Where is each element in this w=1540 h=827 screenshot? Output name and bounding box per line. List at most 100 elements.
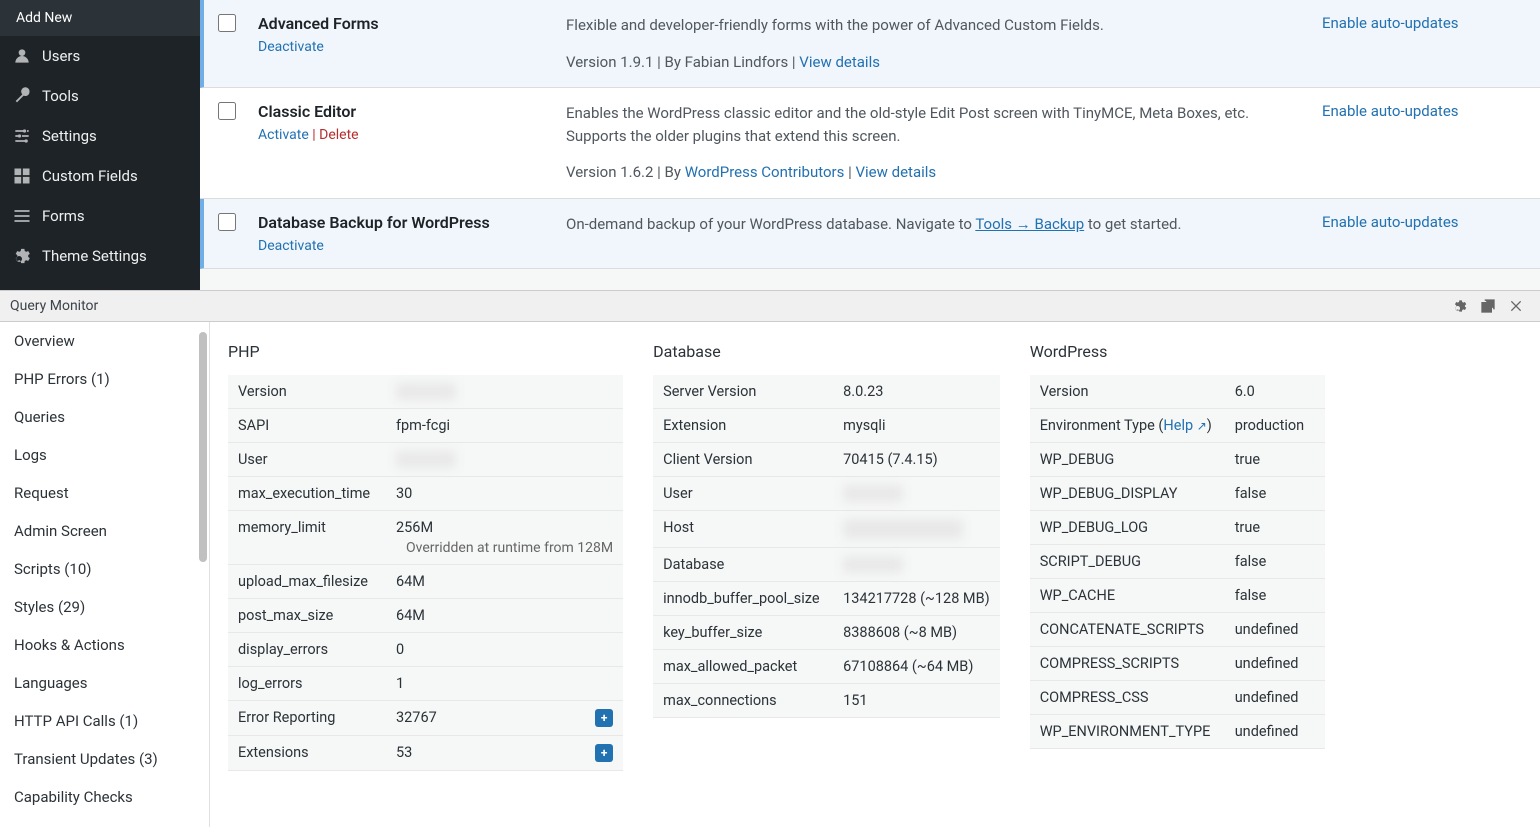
qm-nav-item[interactable]: Request [0,474,209,512]
enable-auto-updates-link[interactable]: Enable auto-updates [1322,14,1459,32]
plugin-checkbox[interactable] [218,14,236,32]
qm-title: Query Monitor [10,298,98,314]
expand-icon[interactable]: + [595,744,613,762]
row-value: 67108864 (~64 MB) [833,650,1000,684]
plugin-meta: Version 1.6.2 | By WordPress Contributor… [566,161,1304,184]
qm-nav-item[interactable]: Queries [0,398,209,436]
sliders-icon [12,126,32,146]
table-row: Version 6.0 [1030,375,1325,409]
row-value: 70415 (7.4.15) [833,443,1000,477]
qm-nav-item[interactable]: Hooks & Actions [0,626,209,664]
sidebar-item-label: Custom Fields [42,167,138,185]
table-row: Client Version 70415 (7.4.15) [653,443,1000,477]
qm-nav-item[interactable]: Overview [0,322,209,360]
enable-auto-updates-link[interactable]: Enable auto-updates [1322,102,1459,120]
table-row: Version xxxx [228,375,623,409]
sidebar-item-tools[interactable]: Tools [0,76,200,116]
row-key: memory_limit [228,511,386,565]
row-key: log_errors [228,667,386,701]
php-table: Version xxxx SAPI fpm-fcgi User xxxx max… [228,375,623,771]
qm-nav-item[interactable]: Capability Checks [0,778,209,816]
sidebar-item-users[interactable]: Users [0,36,200,76]
db-table: Server Version 8.0.23 Extension mysqli C… [653,375,1000,718]
qm-nav-item[interactable]: Scripts (10) [0,550,209,588]
row-value: true [1225,443,1325,477]
panel-php: PHP Version xxxx SAPI fpm-fcgi User xxxx… [228,342,623,807]
row-value: 64M [386,599,623,633]
sidebar-item-forms[interactable]: Forms [0,196,200,236]
sidebar-item-custom-fields[interactable]: Custom Fields [0,156,200,196]
qm-nav-item[interactable]: Styles (29) [0,588,209,626]
row-value: 53+ [386,736,623,771]
scrollbar-thumb[interactable] [199,332,207,562]
popout-icon[interactable] [1474,292,1502,320]
row-value: 134217728 (~128 MB) [833,582,1000,616]
table-row: CONCATENATE_SCRIPTS undefined [1030,613,1325,647]
qm-nav-item[interactable]: Transient Updates (3) [0,740,209,778]
wp-admin-sidebar: Add New Users Tools Settings Custom Fiel… [0,0,200,290]
row-key: COMPRESS_CSS [1030,681,1225,715]
row-value: xxxx [833,511,1000,548]
sidebar-item-label: Users [42,47,80,65]
close-icon[interactable] [1502,292,1530,320]
table-row: SCRIPT_DEBUG false [1030,545,1325,579]
qm-nav-item[interactable]: PHP Errors (1) [0,360,209,398]
row-value: 64M [386,565,623,599]
plugin-action-deactivate[interactable]: Deactivate [258,238,324,254]
row-value: production [1225,409,1325,443]
plugin-action-delete[interactable]: Delete [319,127,358,143]
table-row: innodb_buffer_pool_size 134217728 (~128 … [653,582,1000,616]
plugin-action-activate[interactable]: Activate [258,127,309,143]
table-row: Database xxxx [653,548,1000,582]
sidebar-item-label: Forms [42,207,85,225]
tools-backup-link[interactable]: Tools → Backup [975,215,1084,233]
row-key: Version [1030,375,1225,409]
table-row: Extensions 53+ [228,736,623,771]
row-value: 32767+ [386,701,623,736]
plugin-row: Database Backup for WordPress Deactivate… [200,199,1540,269]
qm-nav-item[interactable]: Languages [0,664,209,702]
plugin-meta-link[interactable]: View details [855,163,936,181]
row-value: mysqli [833,409,1000,443]
sidebar-item-label: Theme Settings [42,247,147,265]
plugin-list: Advanced Forms Deactivate Flexible and d… [200,0,1540,290]
help-link[interactable]: Help ↗ [1163,417,1206,434]
row-key: Environment Type (Help ↗) [1030,409,1225,443]
row-key: WP_ENVIRONMENT_TYPE [1030,715,1225,749]
query-monitor-header: Query Monitor [0,290,1540,322]
row-key: CONCATENATE_SCRIPTS [1030,613,1225,647]
plugin-checkbox[interactable] [218,213,236,231]
table-row: max_execution_time 30 [228,477,623,511]
add-new-button[interactable]: Add New [0,0,200,36]
panel-title: PHP [228,342,623,361]
table-row: WP_DEBUG_LOG true [1030,511,1325,545]
plugin-description: Flexible and developer-friendly forms wi… [566,14,1304,37]
table-row: WP_CACHE false [1030,579,1325,613]
plugin-meta-link[interactable]: WordPress Contributors [685,163,845,181]
sidebar-item-label: Tools [42,87,79,105]
row-value: 8388608 (~8 MB) [833,616,1000,650]
row-value: fpm-fcgi [386,409,623,443]
panel-wordpress: WordPress Version 6.0 Environment Type (… [1030,342,1325,807]
plugin-action-deactivate[interactable]: Deactivate [258,39,324,55]
panel-title: WordPress [1030,342,1325,361]
row-key: upload_max_filesize [228,565,386,599]
row-key: Error Reporting [228,701,386,736]
enable-auto-updates-link[interactable]: Enable auto-updates [1322,213,1459,231]
qm-nav: OverviewPHP Errors (1)QueriesLogsRequest… [0,322,210,827]
qm-nav-item[interactable]: Admin Screen [0,512,209,550]
plugin-checkbox[interactable] [218,102,236,120]
qm-nav-item[interactable]: HTTP API Calls (1) [0,702,209,740]
expand-icon[interactable]: + [595,709,613,727]
qm-nav-item[interactable]: Logs [0,436,209,474]
row-key: WP_DEBUG [1030,443,1225,477]
gear-icon [12,246,32,266]
sidebar-item-settings[interactable]: Settings [0,116,200,156]
plugin-meta-link[interactable]: View details [799,53,880,71]
table-row: Host xxxx [653,511,1000,548]
sidebar-item-theme-settings[interactable]: Theme Settings [0,236,200,276]
plugin-meta: Version 1.9.1 | By Fabian Lindfors | Vie… [566,51,1304,74]
table-row: max_allowed_packet 67108864 (~64 MB) [653,650,1000,684]
row-key: Version [228,375,386,409]
gear-icon[interactable] [1446,292,1474,320]
